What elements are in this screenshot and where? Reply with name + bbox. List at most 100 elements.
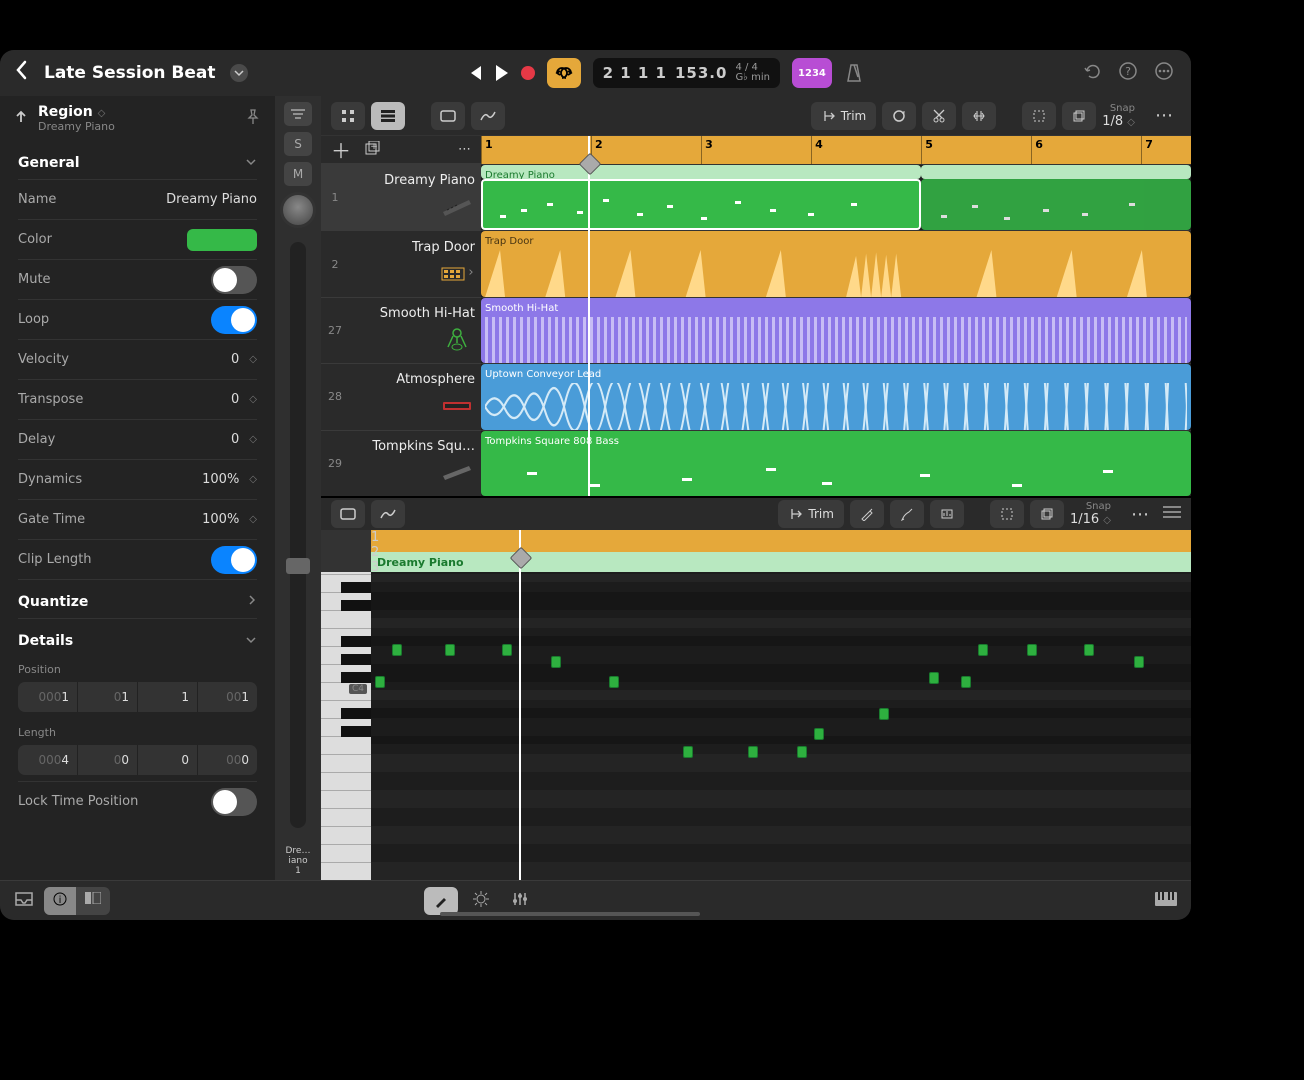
midi-note[interactable] — [683, 746, 693, 758]
region[interactable] — [481, 179, 921, 230]
step-input-button[interactable]: 1234 — [792, 58, 832, 88]
more-icon[interactable]: ⋯ — [458, 142, 471, 157]
length-field[interactable]: 0004 00 0 000 — [18, 745, 257, 775]
add-track-icon[interactable]: ＋ — [331, 135, 351, 164]
stepper-icon[interactable]: ◇ — [249, 354, 257, 365]
marquee-icon[interactable] — [1022, 102, 1056, 130]
cliplength-toggle[interactable] — [211, 546, 257, 574]
editor-mixer-icon[interactable] — [504, 891, 536, 911]
snap-selector[interactable]: Snap 1/8 ◇ — [1102, 103, 1141, 129]
track-header[interactable]: 1 Dreamy Piano — [321, 164, 481, 230]
region-loop[interactable] — [921, 165, 1191, 179]
track-header[interactable]: 28 Atmosphere — [321, 363, 481, 429]
copy-icon[interactable] — [1030, 500, 1064, 528]
region[interactable]: Trap Door — [481, 231, 1191, 296]
editor-smart-icon[interactable] — [464, 890, 498, 912]
pencil-icon[interactable] — [850, 500, 884, 528]
color-swatch[interactable] — [187, 229, 257, 251]
gate-value[interactable]: 100% — [185, 512, 245, 527]
record-button[interactable] — [521, 66, 535, 80]
tracks-view-button[interactable] — [371, 102, 405, 130]
pin-icon[interactable] — [245, 109, 261, 129]
back-button[interactable] — [14, 60, 28, 86]
inbox-icon[interactable] — [14, 891, 34, 911]
section-details[interactable]: Details — [18, 618, 257, 657]
region[interactable]: Uptown Conveyor Lead — [481, 364, 1191, 429]
track-header[interactable]: 2 Trap Door › — [321, 230, 481, 296]
velocity-value[interactable]: 0 — [185, 352, 245, 367]
automation-button[interactable] — [371, 500, 405, 528]
midi-note[interactable] — [445, 644, 455, 656]
keyboard-view-icon[interactable] — [1155, 892, 1177, 910]
midi-note[interactable] — [978, 644, 988, 656]
brush-icon[interactable] — [890, 500, 924, 528]
trim-tool[interactable]: Trim — [778, 500, 844, 528]
bar-ruler[interactable]: 1 2 3 4 5 6 7 — [481, 136, 1191, 164]
track-header[interactable]: 29 Tompkins Squ… — [321, 430, 481, 496]
position-field[interactable]: 0001 01 1 001 — [18, 682, 257, 712]
velocity-tool-icon[interactable] — [930, 500, 964, 528]
midi-note[interactable] — [1134, 656, 1144, 668]
filters-icon[interactable] — [284, 102, 312, 126]
section-quantize[interactable]: Quantize — [18, 579, 257, 618]
list-icon[interactable] — [1163, 506, 1181, 522]
mute-button[interactable]: M — [284, 162, 312, 186]
copy-icon[interactable] — [1062, 102, 1096, 130]
mute-toggle[interactable] — [211, 266, 257, 294]
project-title[interactable]: Late Session Beat — [44, 63, 216, 83]
region[interactable]: Smooth Hi-Hat — [481, 298, 1191, 363]
lcd-display[interactable]: 2 1 1 1 153.0 4 / 4 G♭ min — [593, 58, 780, 88]
marquee-icon[interactable] — [990, 500, 1024, 528]
undo-icon[interactable] — [1083, 62, 1101, 84]
trim-tool[interactable]: Trim — [811, 102, 877, 130]
piano-roll-ruler[interactable]: 1 2 3 4 5 6 — [371, 530, 1191, 552]
midi-note[interactable] — [961, 676, 971, 688]
stepper-icon[interactable]: ◇ — [249, 514, 257, 525]
grid-view-button[interactable] — [331, 102, 365, 130]
region[interactable]: Tompkins Square 808 Bass — [481, 431, 1191, 496]
track-header[interactable]: 27 Smooth Hi-Hat — [321, 297, 481, 363]
info-view-icon[interactable]: i — [44, 887, 76, 915]
delay-value[interactable]: 0 — [185, 432, 245, 447]
dynamics-value[interactable]: 100% — [185, 472, 245, 487]
midi-note[interactable] — [1027, 644, 1037, 656]
region[interactable]: Dreamy Piano — [481, 165, 921, 179]
play-button[interactable] — [495, 65, 509, 81]
snap-selector[interactable]: Snap 1/16 ◇ — [1070, 501, 1117, 527]
midi-note[interactable] — [375, 676, 385, 688]
midi-note[interactable] — [609, 676, 619, 688]
inspector-up-icon[interactable] — [14, 110, 28, 128]
editor-pencil-icon[interactable] — [424, 887, 458, 915]
more-icon[interactable]: ⋯ — [1123, 504, 1157, 525]
midi-note[interactable] — [1084, 644, 1094, 656]
stepper-icon[interactable]: ◇ — [249, 434, 257, 445]
name-value[interactable]: Dreamy Piano — [166, 192, 257, 207]
section-general[interactable]: General — [18, 141, 257, 179]
solo-button[interactable]: S — [284, 132, 312, 156]
pan-knob[interactable] — [280, 192, 316, 228]
piano-keyboard[interactable]: C4 — [321, 530, 371, 880]
split-view-icon[interactable] — [76, 887, 110, 915]
midi-note[interactable] — [814, 728, 824, 740]
arrange-lanes[interactable]: 1 2 3 4 5 6 7 Dreamy Piano — [481, 136, 1191, 496]
midi-note[interactable] — [392, 644, 402, 656]
cycle-button[interactable] — [547, 58, 581, 88]
midi-note[interactable] — [879, 708, 889, 720]
metronome-button[interactable] — [844, 63, 864, 83]
project-menu-chevron-icon[interactable] — [230, 64, 248, 82]
automation-button[interactable] — [471, 102, 505, 130]
duplicate-track-icon[interactable]: + — [365, 141, 381, 159]
piano-roll-grid[interactable] — [371, 572, 1191, 880]
midi-note[interactable] — [797, 746, 807, 758]
loop-tool-icon[interactable] — [882, 102, 916, 130]
midi-note[interactable] — [502, 644, 512, 656]
stepper-icon[interactable]: ◇ — [249, 394, 257, 405]
volume-fader[interactable] — [290, 242, 306, 828]
view-area-button[interactable] — [431, 102, 465, 130]
stepper-icon[interactable]: ◇ — [249, 474, 257, 485]
view-area-button[interactable] — [331, 500, 365, 528]
help-icon[interactable]: ? — [1119, 62, 1137, 84]
locktime-toggle[interactable] — [211, 788, 257, 816]
midi-note[interactable] — [929, 672, 939, 684]
view-segmented[interactable]: i — [44, 887, 110, 915]
